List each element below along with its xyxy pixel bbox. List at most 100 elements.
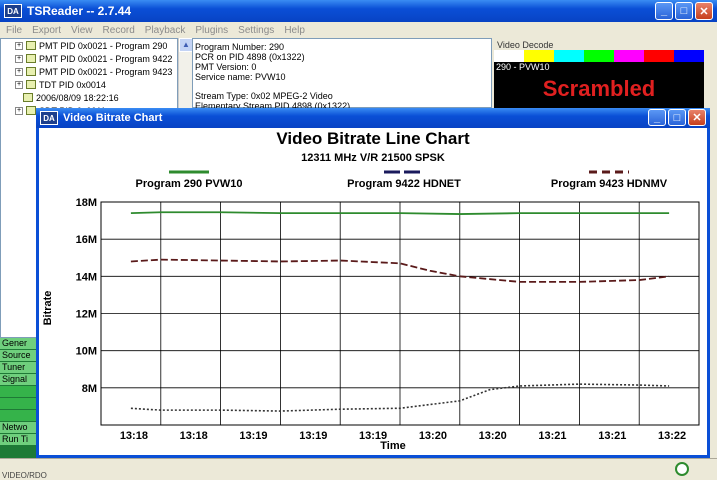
- side-label: Gener: [0, 338, 40, 350]
- document-icon: [26, 54, 36, 63]
- tree-item[interactable]: + PMT PID 0x0021 - Program 290: [1, 39, 177, 52]
- tree-item-label: PMT PID 0x0021 - Program 9422: [39, 53, 173, 64]
- y-tick-label: 12M: [76, 309, 97, 321]
- status-indicator-icon: [675, 462, 689, 476]
- info-line: Service name: PVW10: [195, 72, 286, 82]
- menu-export[interactable]: Export: [32, 25, 61, 36]
- menu-view[interactable]: View: [71, 25, 93, 36]
- menu-playback[interactable]: Playback: [145, 25, 186, 36]
- scrambled-label: Scrambled: [542, 76, 656, 101]
- x-tick-label: 13:19: [239, 430, 267, 442]
- video-preview: 290 - PVW10 Scrambled: [494, 50, 704, 108]
- info-line: Program Number: 290: [195, 42, 285, 52]
- chart-close-button[interactable]: ✕: [688, 109, 706, 126]
- legend-label: Program 9423 HDNMV: [551, 178, 668, 190]
- expand-icon[interactable]: +: [15, 80, 23, 89]
- chart-maximize-button[interactable]: □: [668, 109, 686, 126]
- chart-window-controls: _ □ ✕: [648, 109, 706, 126]
- color-bar: [494, 50, 524, 62]
- video-decode-panel: Video Decode 290 - PVW10 Scrambled: [494, 38, 717, 108]
- info-line: Stream Type: 0x02 MPEG-2 Video: [195, 91, 333, 101]
- side-label: Signal: [0, 374, 40, 386]
- chart-subtitle: 12311 MHz V/R 21500 SPSK: [301, 152, 445, 164]
- chart-grid: [101, 201, 700, 425]
- general-panel: Gener Source Tuner Signal Netwo Run Ti: [0, 338, 40, 458]
- close-button[interactable]: ✕: [695, 2, 713, 20]
- side-label: Run Ti: [0, 434, 40, 446]
- color-bar: [674, 50, 704, 62]
- side-label: [0, 410, 40, 422]
- program-info-panel: Program Number: 290 PCR on PID 4898 (0x13…: [192, 38, 492, 111]
- chart-window-title: Video Bitrate Chart: [63, 112, 163, 124]
- tree-item[interactable]: + PMT PID 0x0021 - Program 9422: [1, 52, 177, 65]
- document-icon: [26, 80, 36, 89]
- side-label: [0, 398, 40, 410]
- color-bar: [644, 50, 674, 62]
- info-line: [195, 82, 489, 91]
- x-tick-label: 13:22: [658, 430, 686, 442]
- statusbar: VIDEO/RDO: [0, 458, 717, 480]
- chart-body: Video Bitrate Line Chart 12311 MHz V/R 2…: [39, 128, 707, 455]
- y-tick-label: 10M: [76, 346, 97, 358]
- minimize-button[interactable]: _: [655, 2, 673, 20]
- legend-label: Program 9422 HDNET: [347, 178, 461, 190]
- legend-label: Program 290 PVW10: [136, 178, 243, 190]
- y-tick-label: 16M: [76, 234, 97, 246]
- x-axis-label: Time: [380, 440, 405, 452]
- expand-icon[interactable]: +: [15, 106, 23, 115]
- expand-icon[interactable]: +: [15, 54, 23, 63]
- x-tick-label: 13:21: [598, 430, 626, 442]
- document-icon: [26, 67, 36, 76]
- tree-item-label: TDT PID 0x0014: [39, 79, 106, 90]
- x-tick-label: 13:19: [299, 430, 327, 442]
- chart-legend: Program 290 PVW10 Program 9422 HDNET Progr…: [136, 170, 668, 190]
- menu-file[interactable]: File: [6, 25, 22, 36]
- menu-plugins[interactable]: Plugins: [195, 25, 228, 36]
- menu-help[interactable]: Help: [284, 25, 305, 36]
- x-tick-label: 13:20: [479, 430, 507, 442]
- tree-item-label: PMT PID 0x0021 - Program 9423: [39, 66, 173, 77]
- color-bar: [524, 50, 554, 62]
- side-label: Source: [0, 350, 40, 362]
- series-line-0: [130, 211, 670, 215]
- video-program-label: 290 - PVW10: [496, 62, 550, 72]
- info-line: PMT Version: 0: [195, 62, 257, 72]
- menu-settings[interactable]: Settings: [238, 25, 274, 36]
- window-controls: _ □ ✕: [655, 2, 713, 20]
- x-tick-label: 13:18: [120, 430, 148, 442]
- side-label: Netwo: [0, 422, 40, 434]
- x-tick-label: 13:20: [419, 430, 447, 442]
- menu-record[interactable]: Record: [103, 25, 135, 36]
- app-title: TSReader -- 2.7.44: [27, 4, 132, 18]
- chart-window: DA Video Bitrate Chart _ □ ✕ Video Bitra…: [36, 108, 710, 458]
- expand-icon[interactable]: +: [15, 41, 23, 50]
- document-icon: [26, 41, 36, 50]
- maximize-button[interactable]: □: [675, 2, 693, 20]
- document-icon: [26, 106, 36, 115]
- y-axis-label: Bitrate: [42, 291, 54, 326]
- y-tick-label: 18M: [76, 197, 97, 209]
- color-bars: [494, 50, 704, 62]
- y-tick-label: 8M: [82, 383, 97, 395]
- chart-minimize-button[interactable]: _: [648, 109, 666, 126]
- tree-item-label: 2006/08/09 18:22:16: [36, 92, 119, 103]
- chart-axes: 8M 10M 12M 14M 16M 18M 13:18 13:18 13:19 13:19 13:…: [76, 197, 700, 442]
- side-label: Tuner: [0, 362, 40, 374]
- tree-item[interactable]: + PMT PID 0x0021 - Program 9423: [1, 65, 177, 78]
- scroll-up-icon[interactable]: ▲: [179, 38, 193, 52]
- info-line: PCR on PID 4898 (0x1322): [195, 52, 305, 62]
- chart-title: Video Bitrate Line Chart: [276, 129, 470, 148]
- expand-icon[interactable]: +: [15, 67, 23, 76]
- chart-titlebar: DA Video Bitrate Chart _ □ ✕: [36, 108, 710, 128]
- tree-item[interactable]: + TDT PID 0x0014: [1, 78, 177, 91]
- color-bar: [614, 50, 644, 62]
- app-titlebar: DA TSReader -- 2.7.44 _ □ ✕: [0, 0, 717, 22]
- bitrate-chart: Video Bitrate Line Chart 12311 MHz V/R 2…: [42, 129, 700, 452]
- tree-item[interactable]: 2006/08/09 18:22:16: [1, 91, 177, 104]
- app-logo: DA: [4, 4, 22, 18]
- menubar: File Export View Record Playback Plugins Setti…: [0, 22, 717, 38]
- chart-window-logo: DA: [40, 111, 58, 125]
- color-bar: [584, 50, 614, 62]
- color-bar: [554, 50, 584, 62]
- tree-item-label: PMT PID 0x0021 - Program 290: [39, 40, 168, 51]
